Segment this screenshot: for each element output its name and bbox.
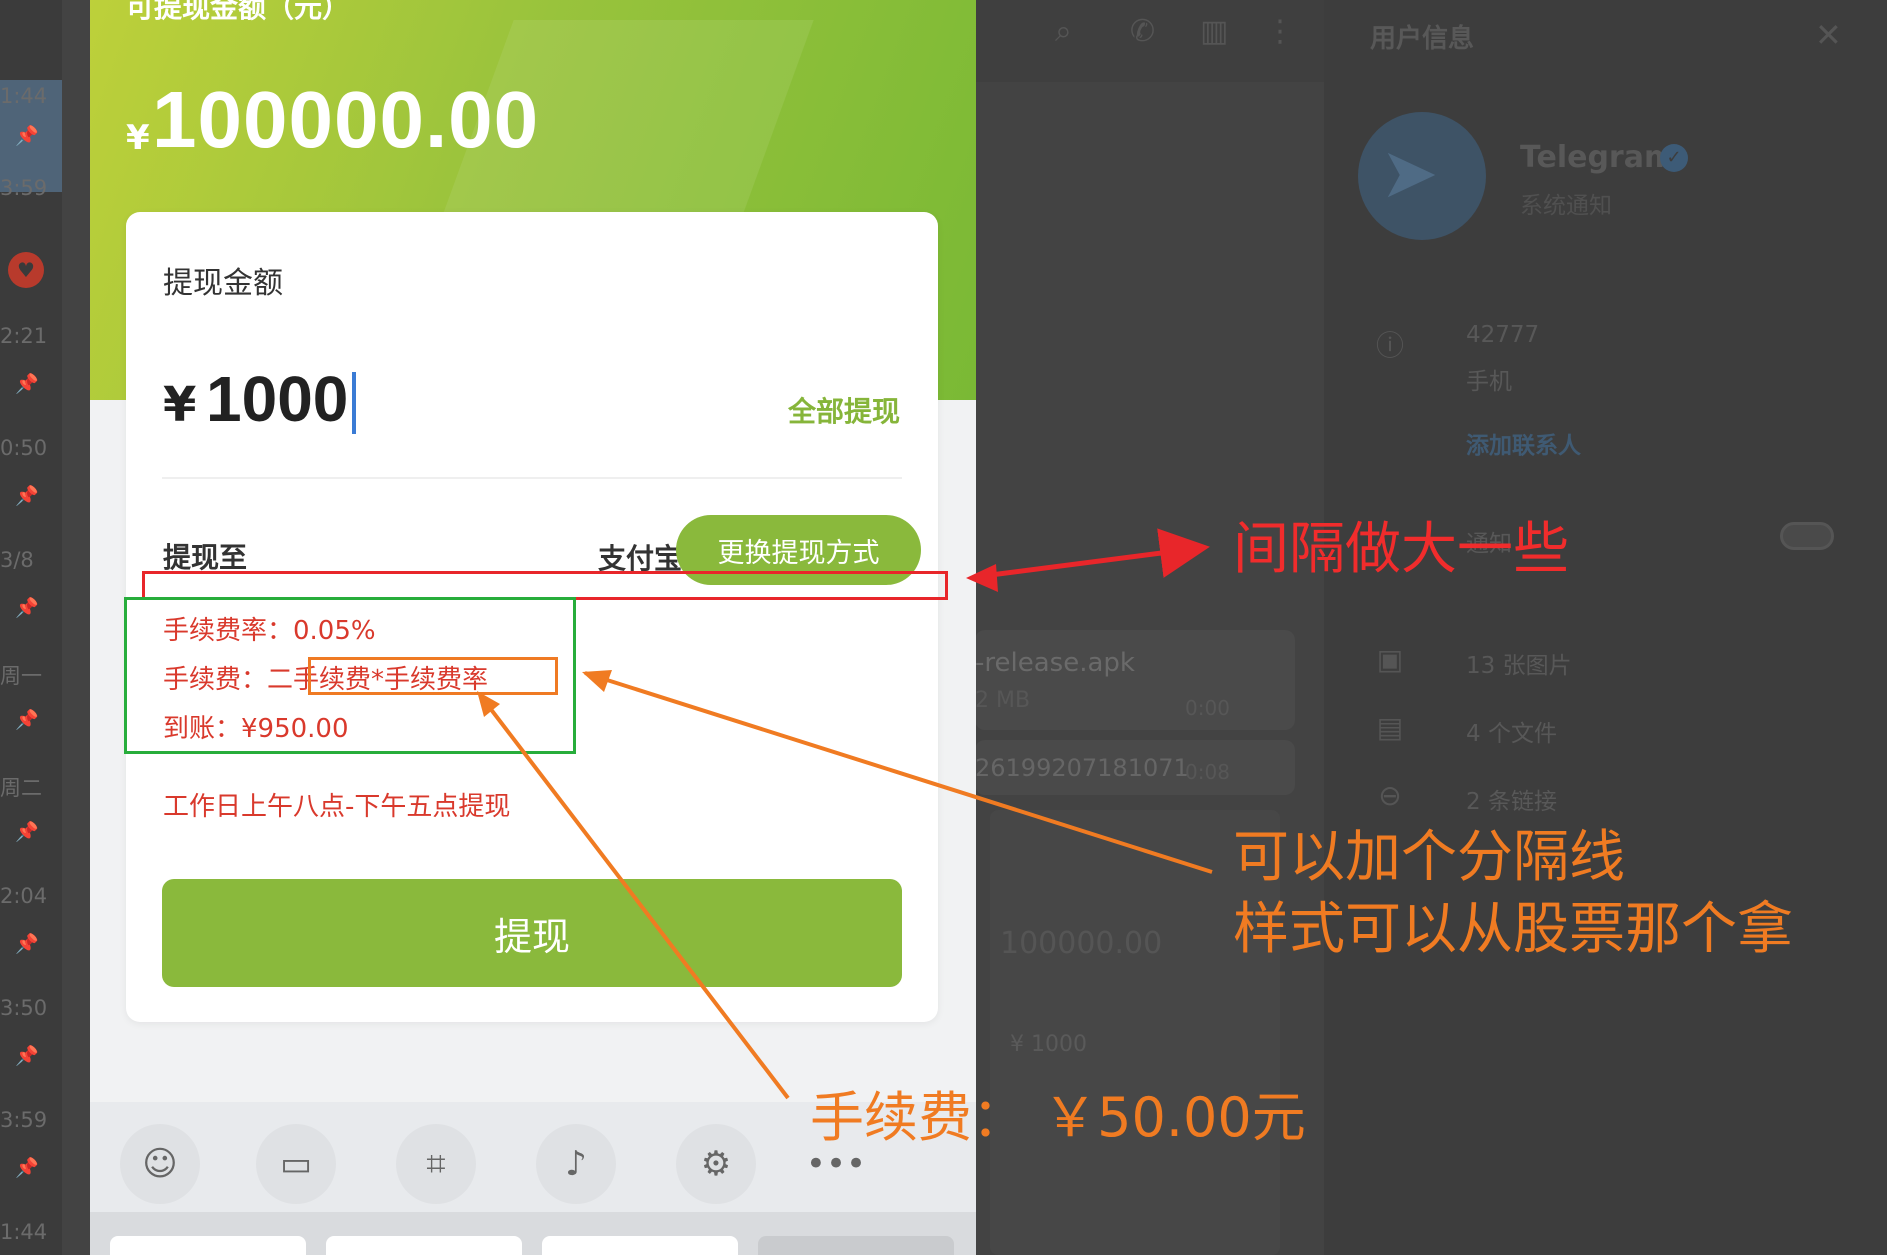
amount-input[interactable] bbox=[206, 364, 566, 434]
balance-label: 可提现金额（元） bbox=[126, 0, 351, 24]
spacing-note: 间隔做大一些 bbox=[1233, 517, 1569, 582]
files-count[interactable]: 4 个文件 bbox=[1466, 714, 1557, 748]
chat-time: 3:59 bbox=[0, 176, 48, 200]
chat-time: 0:50 bbox=[0, 436, 48, 460]
pin-icon: 📌 bbox=[15, 933, 39, 955]
close-icon[interactable]: ✕ bbox=[1815, 16, 1842, 54]
chat-time: 1:44 bbox=[0, 84, 48, 108]
mini-amount: 100000.00 bbox=[1000, 926, 1163, 961]
amount-currency: ¥ bbox=[163, 377, 197, 433]
chat-time: 周一 bbox=[0, 664, 42, 688]
pin-icon: 📌 bbox=[15, 821, 39, 843]
image-icon: ▣ bbox=[1376, 643, 1404, 676]
links-count[interactable]: 2 条链接 bbox=[1466, 782, 1557, 816]
balance-amount: 100000.00 bbox=[152, 75, 540, 164]
chat-time: 2:04 bbox=[0, 884, 48, 908]
message-time: 0:00 bbox=[1185, 696, 1230, 720]
divider-note-line1: 可以加个分隔线 bbox=[1233, 825, 1625, 890]
pin-icon: 📌 bbox=[15, 125, 39, 147]
add-contact-link[interactable]: 添加联系人 bbox=[1466, 426, 1581, 460]
pin-icon: 📌 bbox=[15, 485, 39, 507]
sidebar-toggle-icon[interactable]: ▥ bbox=[1200, 14, 1228, 49]
message-time: 0:08 bbox=[1185, 760, 1230, 784]
phone-number[interactable]: 42777 bbox=[1466, 322, 1539, 348]
message-text: 26199207181071 bbox=[975, 754, 1189, 782]
chat-time: 3:59 bbox=[0, 1108, 48, 1132]
mic-icon[interactable]: ♪ bbox=[536, 1124, 616, 1204]
withdraw-all-link[interactable]: 全部提现 bbox=[788, 390, 900, 430]
keyboard-key[interactable] bbox=[110, 1236, 306, 1255]
balance-currency: ¥ bbox=[126, 118, 150, 158]
gear-icon[interactable]: ⚙ bbox=[676, 1124, 756, 1204]
pin-icon: 📌 bbox=[15, 373, 39, 395]
work-hours-notice: 工作日上午八点-下午五点提现 bbox=[163, 792, 511, 822]
spacing-annotation-box bbox=[142, 571, 948, 600]
file-message[interactable]: -release.apk 2 MB 0:00 bbox=[975, 630, 1295, 730]
more-menu-icon[interactable]: ⋮ bbox=[1265, 14, 1295, 49]
text-message[interactable]: 26199207181071 0:08 bbox=[975, 740, 1295, 795]
keypad-icon[interactable]: ⌗ bbox=[396, 1124, 476, 1204]
link-icon: ⊖ bbox=[1378, 779, 1402, 812]
fee-section-annotation-box bbox=[124, 597, 576, 754]
verified-icon: ✓ bbox=[1660, 144, 1688, 172]
mini-input: ¥ 1000 bbox=[1010, 1032, 1087, 1057]
text-cursor bbox=[352, 372, 356, 434]
contact-subtitle: 系统通知 bbox=[1520, 193, 1612, 219]
chat-time: 3/8 bbox=[0, 548, 34, 572]
withdraw-amount-title: 提现金额 bbox=[163, 266, 283, 301]
chat-time: 周二 bbox=[0, 776, 42, 800]
clipboard-icon[interactable]: ▭ bbox=[256, 1124, 336, 1204]
panel-title: 用户信息 bbox=[1370, 24, 1475, 54]
photos-count[interactable]: 13 张图片 bbox=[1466, 646, 1572, 680]
file-icon: ▤ bbox=[1376, 711, 1404, 744]
withdraw-submit-button[interactable]: 提现 bbox=[162, 879, 902, 987]
phone-call-icon[interactable]: ✆ bbox=[1130, 14, 1155, 49]
chat-time: 3:50 bbox=[0, 996, 48, 1020]
phone-label: 手机 bbox=[1466, 369, 1512, 395]
smile-icon[interactable]: ☺ bbox=[120, 1124, 200, 1204]
divider bbox=[162, 477, 902, 479]
pin-icon: 📌 bbox=[15, 1045, 39, 1067]
file-size: 2 MB bbox=[975, 688, 1031, 713]
file-name: -release.apk bbox=[975, 648, 1135, 678]
divider-note-line2: 样式可以从股票那个拿 bbox=[1233, 897, 1793, 962]
pin-icon: 📌 bbox=[15, 597, 39, 619]
notify-toggle[interactable] bbox=[1780, 522, 1834, 550]
chat-time: 1:44 bbox=[0, 1220, 48, 1244]
chat-header-bar: ⌕ ✆ ▥ ⋮ bbox=[975, 0, 1324, 82]
keyboard-key[interactable] bbox=[758, 1236, 954, 1255]
search-icon[interactable]: ⌕ bbox=[1055, 14, 1072, 49]
chat-time: 2:21 bbox=[0, 324, 48, 348]
info-icon: ⓘ bbox=[1375, 329, 1404, 362]
contact-name: Telegram bbox=[1520, 140, 1676, 175]
pin-icon: 📌 bbox=[15, 1157, 39, 1179]
pin-icon: 📌 bbox=[15, 709, 39, 731]
chat-list-strip: 1:44 📌 3:59 ♥ 2:21 📌 0:50 📌 3/8 📌 周一 📌 周… bbox=[0, 0, 62, 1255]
keyboard-key[interactable] bbox=[542, 1236, 738, 1255]
keyboard-key[interactable] bbox=[326, 1236, 522, 1255]
withdraw-to-label: 提现至 bbox=[163, 541, 248, 574]
heart-icon: ♥ bbox=[8, 252, 44, 288]
fee-example-note: 手续费： ￥50.00元 bbox=[810, 1086, 1306, 1149]
telegram-plane-icon: ➤ bbox=[1380, 132, 1439, 214]
